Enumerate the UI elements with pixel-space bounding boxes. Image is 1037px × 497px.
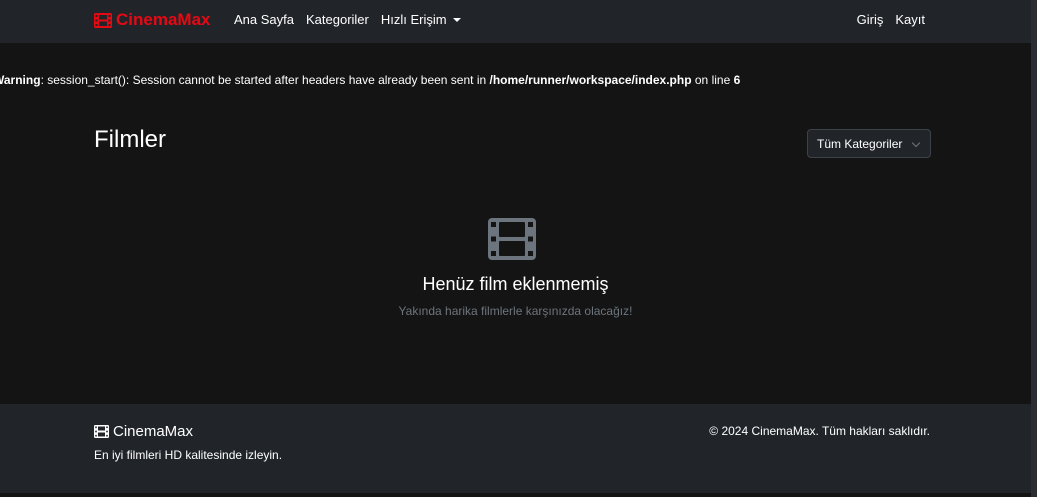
footer: CinemaMax En iyi filmleri HD kalitesinde… [0,404,1031,493]
empty-state-subtitle: Yakında harika filmlerle karşınızda olac… [398,304,633,318]
warning-on-line: on line [691,73,734,87]
chevron-down-icon [911,138,921,148]
auth-links: Giriş Kayıt [857,12,925,27]
warning-message: : session_start(): Session cannot be sta… [40,73,490,87]
nav-link-categories[interactable]: Kategoriler [306,12,369,27]
php-warning: Warning: session_start(): Session cannot… [0,73,740,87]
nav-dropdown-quick-access[interactable]: Hızlı Erişim [381,12,461,27]
category-select[interactable]: Tüm Kategoriler [807,129,931,158]
caret-down-icon [452,17,461,22]
nav-links: Ana Sayfa Kategoriler Hızlı Erişim [234,12,461,27]
navbar: CinemaMax Ana Sayfa Kategoriler Hızlı Er… [0,0,1031,43]
warning-line-number: 6 [733,73,741,87]
page: CinemaMax Ana Sayfa Kategoriler Hızlı Er… [0,0,1037,497]
film-icon [94,425,109,438]
empty-state-title: Henüz film eklenmemiş [422,274,609,294]
footer-brand-name: CinemaMax [113,423,194,440]
brand-name: CinemaMax [116,10,211,29]
register-link[interactable]: Kayıt [895,12,925,27]
copyright: © 2024 CinemaMax. Tüm hakları saklıdır. [709,424,930,438]
nav-dropdown-label: Hızlı Erişim [380,12,447,27]
scrollbar[interactable] [1031,0,1037,497]
footer-tagline: En iyi filmleri HD kalitesinde izleyin. [94,448,283,462]
category-select-value: Tüm Kategoriler [817,136,903,151]
page-title: Filmler [94,126,166,153]
film-icon [488,218,536,260]
brand-link[interactable]: CinemaMax [94,10,210,30]
warning-path: /home/runner/workspace/index.php [489,73,692,87]
login-link[interactable]: Giriş [857,12,884,27]
footer-brand: CinemaMax [94,423,193,440]
nav-link-home[interactable]: Ana Sayfa [234,12,294,27]
film-icon [94,12,112,28]
warning-label: Warning [0,73,41,87]
